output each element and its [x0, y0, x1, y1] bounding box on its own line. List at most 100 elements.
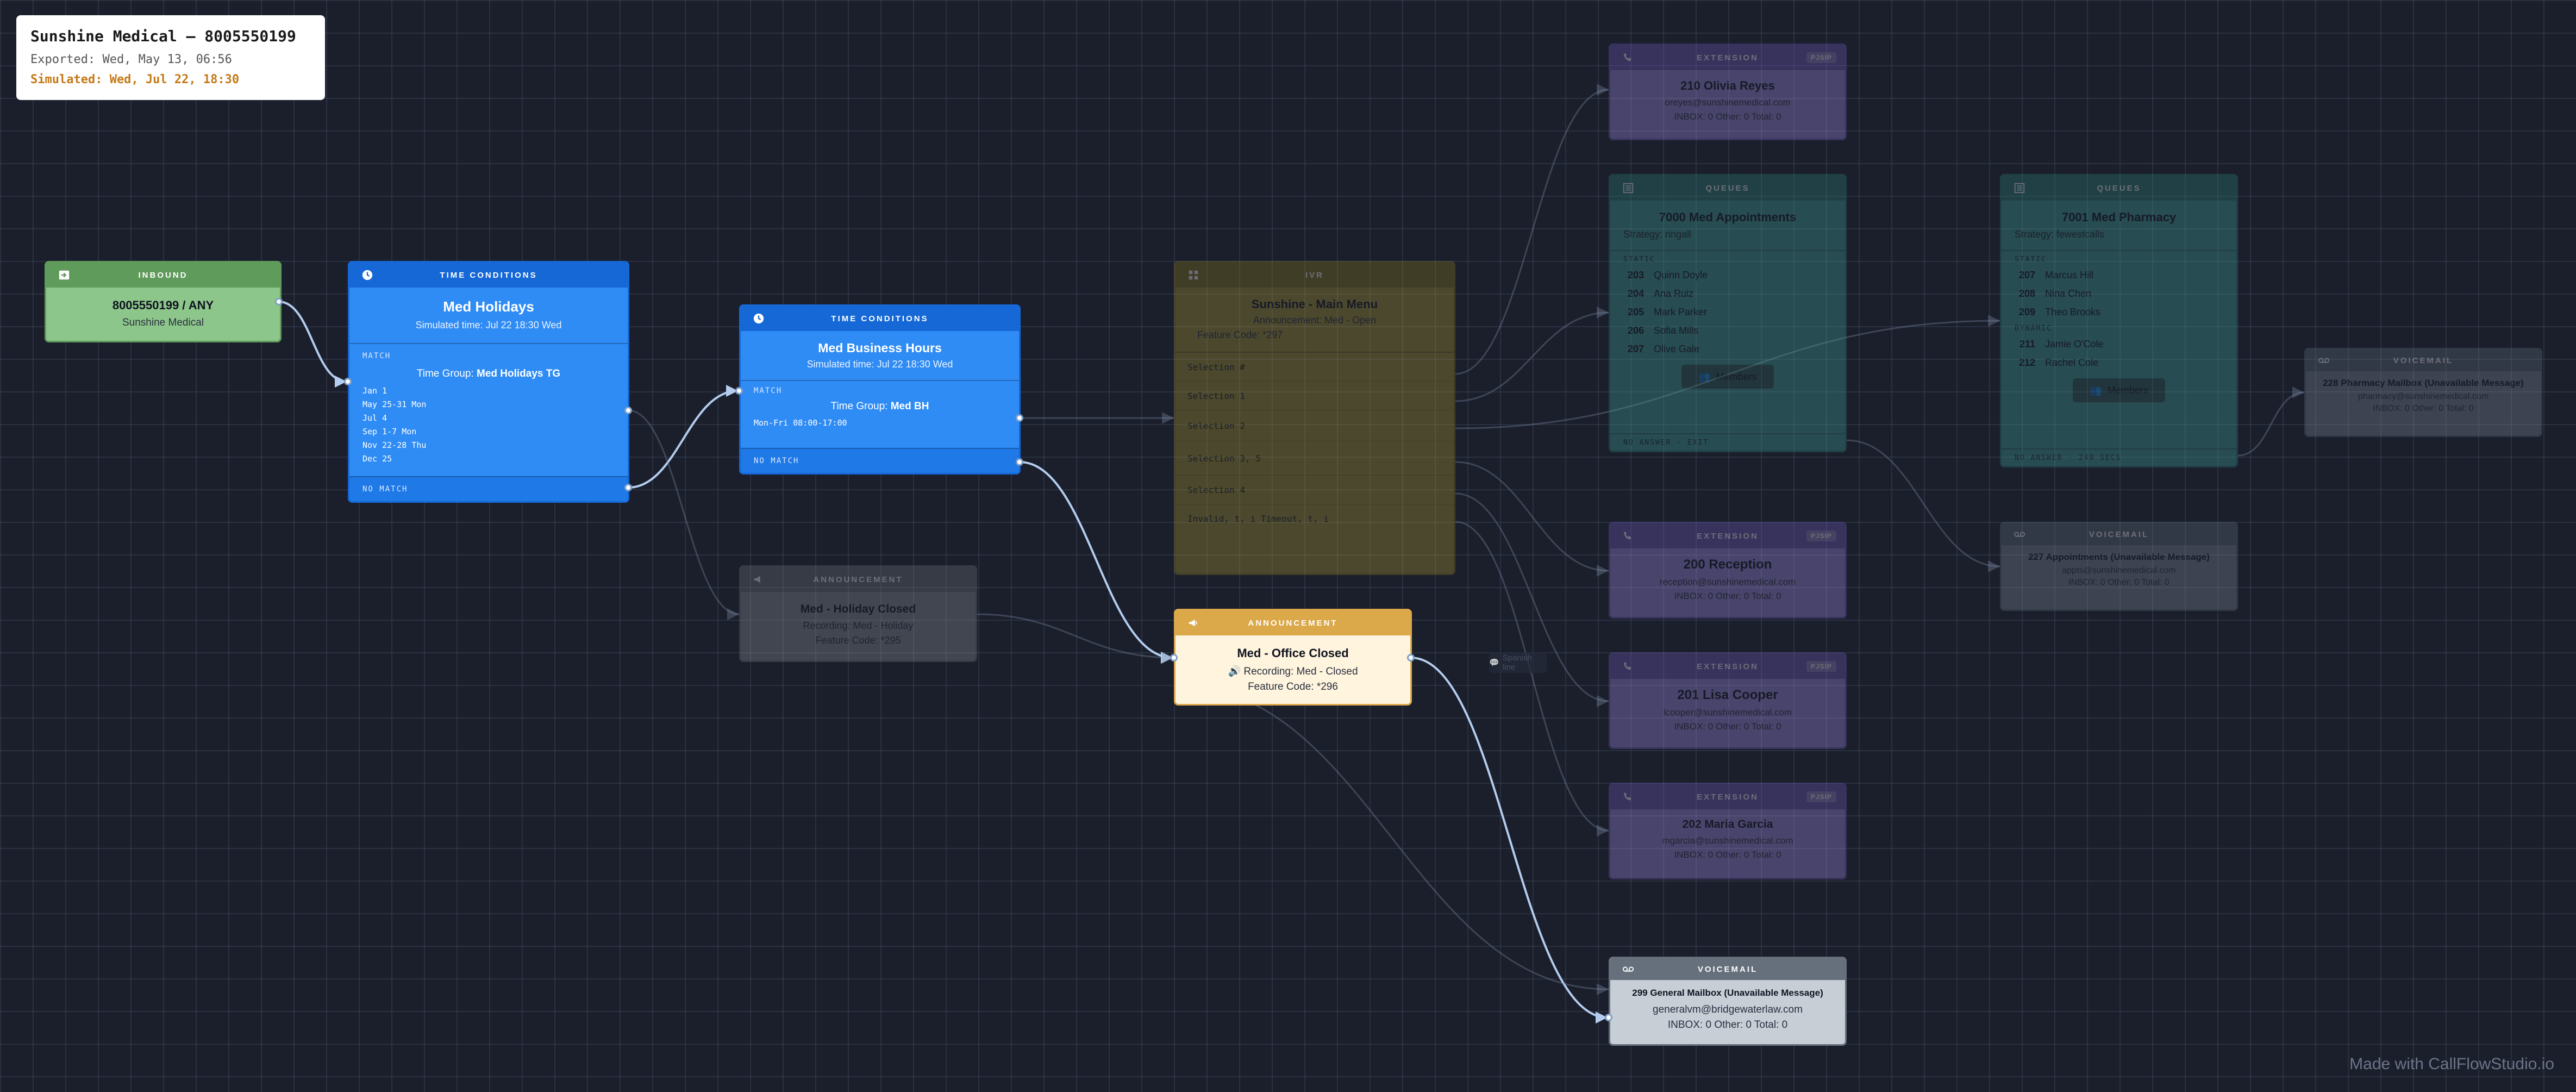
queue-member-row: 212 Rachel Cole — [2015, 353, 2223, 372]
inbound-output-port[interactable] — [275, 298, 283, 305]
ivr-option[interactable]: Selection 1 — [1176, 382, 1454, 410]
tc-holidays-nomatch-label: NO MATCH — [362, 485, 408, 494]
tc-holidays-match-port[interactable] — [624, 407, 632, 414]
ann-holiday-title: Med - Holiday Closed — [800, 603, 916, 615]
queue-7000-members-section: Static 203 Quinn Doyle 204 Ana Ruiz 205 Mar… — [1610, 250, 1845, 389]
dynamic-members-label: Dynamic — [2015, 325, 2052, 333]
tc-business-header: TIME CONDITIONS — [741, 306, 1019, 331]
members-button-label: Members — [1716, 371, 1757, 382]
voicemail-general-node[interactable]: VOICEMAIL 299 General Mailbox (Unavailab… — [1609, 957, 1847, 1046]
ann-closed-input-port[interactable] — [1170, 654, 1178, 662]
megaphone-icon — [1189, 619, 1197, 627]
vm-appt-email: appts@sunshinemedical.com — [2062, 566, 2176, 575]
queue-7000-title: 7000 Med Appointments — [1659, 210, 1797, 224]
announcement-holiday-node[interactable]: ANNOUNCEMENT Med - Holiday Closed Record… — [739, 565, 977, 662]
extension-200-node[interactable]: EXTENSION PJSIP 200 Reception reception@… — [1609, 522, 1847, 619]
members-button[interactable]: 👥 Members — [2073, 378, 2165, 402]
extension-210-node[interactable]: EXTENSION PJSIP 210 Olivia Reyes oreyes@… — [1609, 43, 1847, 140]
wire-inbound-to-holidays — [278, 301, 347, 383]
tc-holidays-match-section: MATCH Time Group: Med Holidays TG Jan 1 … — [349, 343, 628, 466]
ann-holiday-header-label: ANNOUNCEMENT — [813, 575, 903, 584]
vm-pharmacy-stats: INBOX: 0 Other: 0 Total: 0 — [2373, 404, 2474, 413]
members-button[interactable]: 👥 Members — [1681, 365, 1774, 389]
wire-holidays-nomatch-to-business — [628, 390, 739, 489]
vm-general-input-port[interactable] — [1605, 1014, 1612, 1021]
tc-holidays-title: Med Holidays — [443, 298, 534, 315]
ext-201-email: lcooper@sunshinemedical.com — [1663, 707, 1792, 717]
member-number: 207 — [1627, 343, 1644, 354]
member-name: Quinn Doyle — [1654, 269, 1708, 280]
ext-202-header-label: EXTENSION — [1697, 792, 1759, 802]
vm-appt-stats: INBOX: 0 Other: 0 Total: 0 — [2068, 578, 2169, 587]
static-members-label: Static — [2015, 255, 2047, 264]
tc-holidays-input-port[interactable] — [344, 378, 352, 385]
ivr-option[interactable]: Selection 2 — [1176, 410, 1454, 441]
vm-general-title: 299 General Mailbox (Unavailable Message… — [1632, 988, 1823, 998]
inbound-header: INBOUND — [46, 263, 280, 288]
time-condition-business-node[interactable]: TIME CONDITIONS Med Business Hours Simul… — [739, 304, 1021, 475]
ext-210-stats: INBOX: 0 Other: 0 Total: 0 — [1674, 111, 1781, 122]
tc-business-input-port[interactable] — [735, 387, 743, 395]
ann-closed-header-label: ANNOUNCEMENT — [1248, 618, 1338, 628]
ext-200-header-label: EXTENSION — [1697, 531, 1759, 541]
queue-7000-node[interactable]: QUEUES 7000 Med Appointments Strategy: r… — [1609, 174, 1847, 452]
tc-holidays-simulated: Simulated time: Jul 22 18:30 Wed — [415, 320, 562, 330]
users-icon: 👥 — [2090, 384, 2102, 396]
queue-7001-header: QUEUES — [2002, 176, 2236, 201]
queue-7001-footer-label: NO ANSWER · 240 SECS — [2015, 453, 2122, 462]
wire-holidays-match-to-holiday-ann — [628, 409, 740, 615]
member-number: 203 — [1627, 269, 1644, 280]
ivr-option[interactable]: Invalid, t, i Timeout, t, i — [1176, 504, 1454, 533]
spanish-line-label: 💬 Spanish line — [1489, 652, 1547, 673]
extension-201-node[interactable]: EXTENSION PJSIP 201 Lisa Cooper lcooper@… — [1609, 652, 1847, 749]
ext-210-header-label: EXTENSION — [1697, 53, 1759, 63]
grid-icon — [1189, 270, 1198, 280]
ivr-main-menu-node[interactable]: IVR Sunshine - Main Menu Announcement: M… — [1174, 261, 1455, 575]
queue-member-row: 206 Sofia Mills — [1623, 321, 1832, 340]
phone-icon — [1623, 53, 1631, 61]
queue-member-row: 209 Theo Brooks — [2015, 303, 2223, 321]
simulated-timestamp: Simulated: Wed, Jul 22, 18:30 — [30, 73, 240, 86]
tc-business-match-port[interactable] — [1016, 414, 1023, 422]
member-name: Sofia Mills — [1654, 325, 1699, 336]
made-with-credit: Made with CallFlowStudio.io — [2349, 1055, 2554, 1073]
member-number: 211 — [2019, 338, 2035, 350]
tc-holidays-header: TIME CONDITIONS — [349, 263, 628, 288]
ivr-option[interactable]: Selection 3, 5 — [1176, 441, 1454, 476]
date-item: May 25-31 Mon — [362, 400, 427, 409]
chat-icon: 💬 — [1489, 658, 1499, 667]
phone-icon — [1623, 792, 1631, 801]
ivr-option[interactable]: Selection 4 — [1176, 476, 1454, 504]
voicemail-icon — [1622, 966, 1634, 972]
tc-business-match-section: MATCH Time Group: Med BH Mon-Fri 08:00-1… — [741, 380, 1019, 428]
tc-business-nomatch-port[interactable] — [1016, 458, 1023, 466]
member-number: 209 — [2018, 306, 2035, 317]
speaker-icon: 🔊 — [1228, 666, 1241, 677]
time-condition-holidays-node[interactable]: TIME CONDITIONS Med Holidays Simulated t… — [348, 261, 629, 503]
date-item: Sep 1-7 Mon — [362, 427, 417, 436]
ext-210-header: EXTENSION PJSIP — [1610, 45, 1845, 70]
voicemail-pharmacy-node[interactable]: VOICEMAIL 228 Pharmacy Mailbox (Unavaila… — [2304, 348, 2542, 437]
tc-business-group-name: Med BH — [890, 401, 929, 412]
queue-7001-title: 7001 Med Pharmacy — [2061, 210, 2177, 224]
inbound-name: Sunshine Medical — [122, 317, 204, 328]
member-name: Jamie O'Cole — [2045, 338, 2104, 350]
ext-201-stats: INBOX: 0 Other: 0 Total: 0 — [1674, 721, 1781, 732]
extension-202-node[interactable]: EXTENSION PJSIP 202 Maria Garcia mgarcia… — [1609, 783, 1847, 879]
queue-7001-node[interactable]: QUEUES 7001 Med Pharmacy Strategy: fewes… — [2000, 174, 2238, 467]
announcement-office-closed-node[interactable]: ANNOUNCEMENT Med - Office Closed 🔊 Recor… — [1174, 609, 1412, 706]
pjsip-badge: PJSIP — [1806, 661, 1836, 672]
vm-general-email: generalvm@bridgewaterlaw.com — [1653, 1004, 1803, 1015]
inbound-node[interactable]: INBOUND 8005550199 / ANY Sunshine Medica… — [45, 261, 282, 342]
vm-general-header-label: VOICEMAIL — [1697, 964, 1758, 974]
queue-7000-footer-label: NO ANSWER · EXIT — [1623, 438, 1709, 447]
exported-timestamp: Exported: Wed, May 13, 06:56 — [30, 53, 232, 66]
date-item: Jan 1 — [362, 386, 387, 396]
tc-holidays-nomatch-port[interactable] — [624, 484, 632, 491]
tc-holidays-dates: Jan 1 May 25-31 Mon Jul 4 Sep 1-7 Mon No… — [362, 384, 615, 466]
voicemail-appointments-node[interactable]: VOICEMAIL 227 Appointments (Unavailable … — [2000, 522, 2238, 611]
tc-business-title: Med Business Hours — [818, 341, 942, 355]
ann-closed-output-port[interactable] — [1407, 654, 1415, 662]
ivr-option[interactable]: Selection # — [1176, 353, 1454, 382]
voicemail-icon — [2014, 532, 2025, 537]
